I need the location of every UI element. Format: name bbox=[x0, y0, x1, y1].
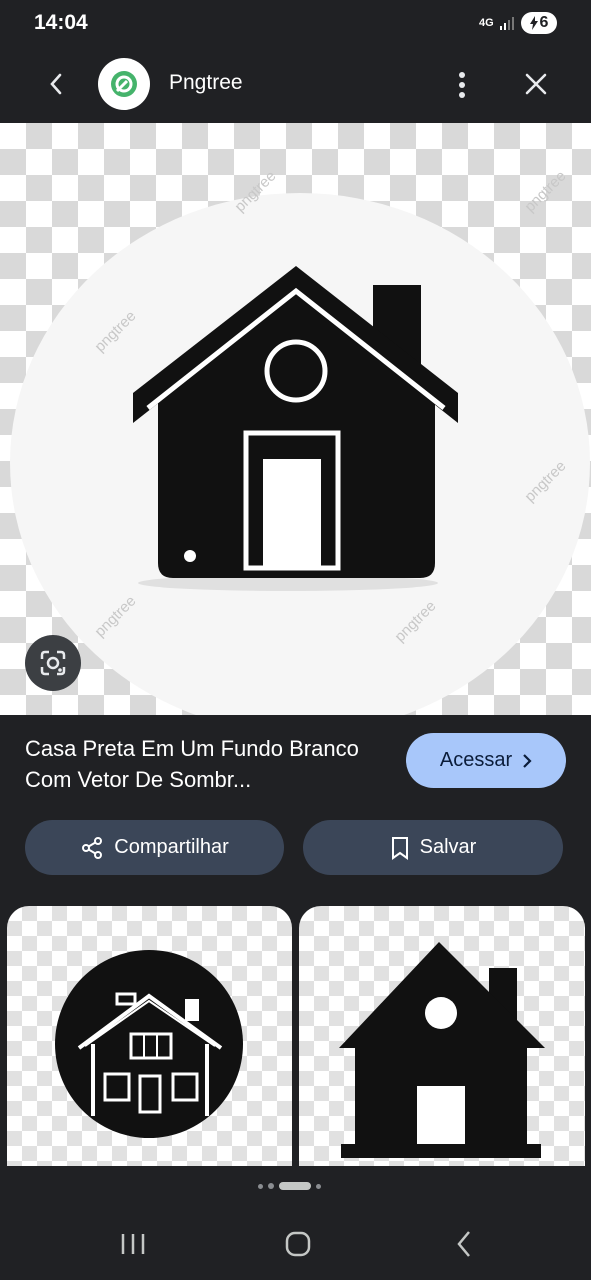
back-arrow-icon bbox=[50, 73, 62, 95]
watermark-text: pngtree bbox=[521, 167, 570, 216]
pngtree-logo-icon bbox=[111, 71, 137, 97]
battery-level: 6 bbox=[539, 14, 549, 31]
hero-image[interactable]: pngtree pngtree pngtree pngtree pngtree … bbox=[0, 123, 591, 715]
charging-bolt-icon bbox=[529, 16, 538, 30]
nav-back-button[interactable] bbox=[444, 1228, 484, 1260]
site-title: Pngtree bbox=[169, 71, 243, 94]
back-button[interactable] bbox=[40, 68, 72, 100]
visit-button-label: Acessar bbox=[439, 749, 513, 771]
save-button-label: Salvar bbox=[419, 836, 477, 858]
system-nav-bar bbox=[0, 1200, 591, 1280]
page-dot-active bbox=[279, 1182, 311, 1190]
home-icon bbox=[285, 1231, 311, 1257]
battery-indicator: 6 bbox=[521, 12, 557, 34]
signal-icon bbox=[500, 17, 514, 30]
share-button[interactable]: Compartilhar bbox=[25, 820, 284, 875]
related-image-2[interactable] bbox=[299, 906, 585, 1166]
save-button[interactable]: Salvar bbox=[303, 820, 563, 875]
page-dot bbox=[268, 1183, 274, 1189]
related-image-1[interactable] bbox=[7, 906, 292, 1166]
more-options-button[interactable] bbox=[446, 67, 478, 103]
page-dot bbox=[316, 1183, 321, 1189]
bookmark-icon bbox=[391, 836, 408, 860]
house-in-circle-illustration bbox=[55, 950, 243, 1138]
recents-button[interactable] bbox=[113, 1228, 153, 1260]
home-button[interactable] bbox=[278, 1228, 318, 1260]
google-lens-button[interactable] bbox=[25, 635, 81, 691]
share-button-label: Compartilhar bbox=[114, 836, 229, 858]
visit-button[interactable]: Acessar bbox=[406, 733, 566, 788]
page-dot bbox=[258, 1183, 263, 1189]
close-icon bbox=[525, 73, 547, 95]
site-logo[interactable] bbox=[98, 58, 150, 110]
status-icons: 4G 6 bbox=[479, 12, 557, 34]
house-illustration bbox=[133, 266, 458, 591]
network-type-label: 4G bbox=[479, 17, 494, 29]
carousel-indicator bbox=[258, 1182, 321, 1190]
status-bar: 14:04 4G 6 bbox=[0, 0, 591, 50]
nav-back-icon bbox=[457, 1231, 470, 1257]
close-button[interactable] bbox=[519, 67, 553, 101]
more-vert-icon bbox=[459, 72, 465, 98]
house-silhouette-illustration bbox=[339, 942, 545, 1158]
share-icon bbox=[82, 836, 103, 859]
result-title[interactable]: Casa Preta Em Um Fundo Branco Com Vetor … bbox=[25, 733, 385, 795]
recents-icon bbox=[121, 1234, 145, 1254]
google-lens-icon bbox=[40, 650, 66, 676]
chevron-right-icon bbox=[523, 753, 532, 768]
app-header: Pngtree bbox=[0, 50, 591, 123]
status-time: 14:04 bbox=[34, 11, 88, 34]
